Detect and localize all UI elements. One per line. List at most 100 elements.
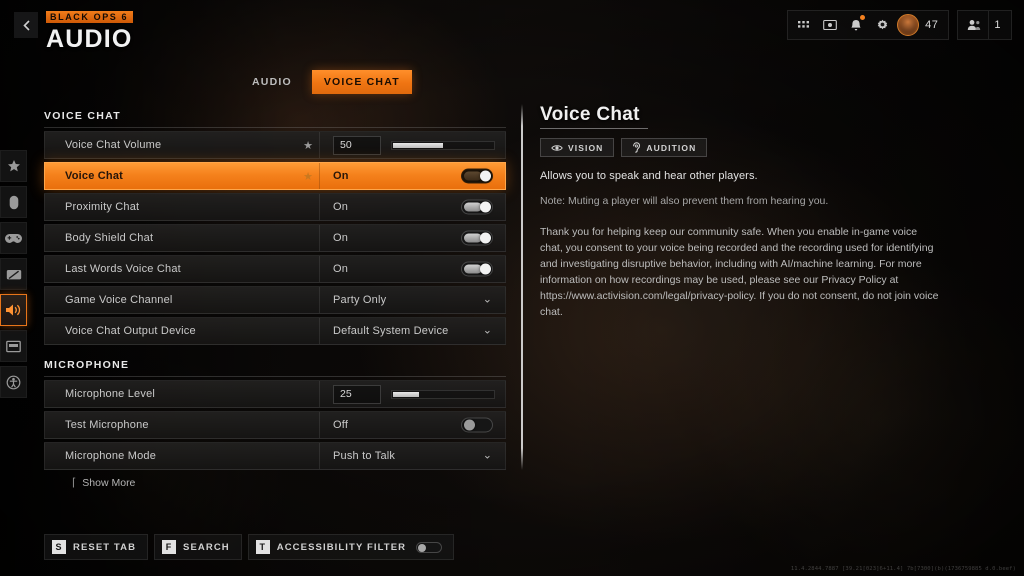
chevron-down-icon[interactable]: ⌄ (483, 325, 492, 337)
setting-value: 25 (320, 381, 505, 407)
value-text: Off (333, 419, 349, 431)
sidebar-item-favorites[interactable] (0, 150, 27, 182)
gear-icon[interactable] (870, 12, 894, 38)
chevron-left-icon (22, 19, 30, 31)
section-header-voice-chat: VOICE CHAT (44, 110, 506, 128)
setting-row-microphone-level[interactable]: Microphone Level 25 (44, 380, 506, 408)
value-text: On (333, 170, 349, 182)
accessibility-filter-label: ACCESSIBILITY FILTER (276, 541, 407, 553)
toggle-knob (480, 170, 491, 182)
info-tag-row: VISION AUDITION (540, 138, 958, 157)
tab-audio[interactable]: AUDIO (240, 70, 304, 94)
info-title-underline (540, 128, 648, 129)
hud-separator (988, 11, 990, 39)
player-level: 47 (925, 19, 939, 31)
setting-value: Off (320, 412, 505, 438)
favorite-star-icon[interactable]: ★ (297, 139, 319, 152)
info-panel: Voice Chat VISION AUDITION Allows you to… (540, 104, 958, 320)
key-hint-t: T (255, 540, 270, 554)
tab-voice-chat[interactable]: VOICE CHAT (311, 70, 412, 94)
setting-value: On (320, 225, 505, 251)
avatar[interactable] (896, 12, 920, 38)
toggle-knob (418, 543, 427, 552)
volume-slider[interactable] (391, 140, 495, 150)
tab-bar: AUDIO VOICE CHAT (240, 70, 412, 94)
microphone-level-slider[interactable] (391, 389, 495, 399)
hud-party-group: 1 (957, 10, 1012, 40)
setting-row-last-words-voice-chat[interactable]: Last Words Voice Chat On (44, 255, 506, 283)
section-header-microphone: MICROPHONE (44, 359, 506, 377)
setting-label: Voice Chat Output Device (65, 325, 196, 337)
show-more-button[interactable]: ⌈ Show More (44, 476, 506, 490)
top-bar: BLACK OPS 6 AUDIO 47 1 (0, 0, 1024, 52)
toggle-switch[interactable] (461, 199, 493, 215)
value-numberbox[interactable]: 25 (333, 384, 381, 404)
favorite-star-icon[interactable]: ★ (297, 170, 319, 183)
interface-icon (6, 340, 21, 352)
info-description: Allows you to speak and hear other playe… (540, 170, 758, 182)
corner-arrow-icon: ⌈ (72, 477, 77, 489)
reset-tab-label: RESET TAB (73, 541, 137, 553)
panel-divider (521, 104, 523, 470)
setting-value: Push to Talk ⌄ (320, 443, 505, 469)
accessibility-filter-button[interactable]: T ACCESSIBILITY FILTER (247, 534, 455, 560)
setting-value: On (320, 163, 505, 189)
star-icon (7, 160, 20, 172)
setting-row-test-microphone[interactable]: Test Microphone Off (44, 411, 506, 439)
build-version-string: 11.4.2844.7887 [39.21[023]6+11.4] 7b[730… (790, 566, 1016, 572)
back-button[interactable] (14, 12, 38, 38)
setting-row-proximity-chat[interactable]: Proximity Chat On (44, 193, 506, 221)
setting-label: Voice Chat Volume (65, 139, 162, 151)
setting-value: Default System Device ⌄ (320, 318, 505, 344)
info-legal-text: Thank you for helping keep our community… (540, 226, 939, 318)
sidebar-item-graphics[interactable] (0, 258, 27, 290)
search-button[interactable]: F SEARCH (154, 534, 242, 560)
slider-fill (393, 142, 443, 148)
sidebar-item-controller[interactable] (0, 222, 27, 254)
show-more-label: Show More (82, 476, 136, 489)
setting-row-voice-chat[interactable]: Voice Chat ★ On (44, 162, 506, 190)
sidebar-item-mouse-keyboard[interactable] (0, 186, 27, 218)
graphics-icon (6, 269, 21, 279)
setting-row-microphone-mode[interactable]: Microphone Mode Push to Talk ⌄ (44, 442, 506, 470)
ear-icon (633, 142, 641, 153)
grid-apps-icon[interactable] (792, 12, 816, 38)
chevron-down-icon[interactable]: ⌄ (483, 294, 492, 306)
toggle-knob (480, 232, 491, 244)
setting-value: On (320, 256, 505, 282)
party-members-icon[interactable] (962, 12, 986, 38)
toggle-switch[interactable] (461, 230, 493, 246)
tag-label: VISION (568, 142, 604, 153)
page-title: AUDIO (46, 25, 133, 53)
toggle-switch[interactable] (461, 417, 493, 433)
franchise-badge: BLACK OPS 6 (46, 11, 134, 23)
toggle-switch[interactable] (461, 168, 493, 184)
bottom-action-bar: S RESET TAB F SEARCH T ACCESSIBILITY FIL… (44, 534, 455, 560)
value-text: On (333, 201, 349, 213)
sidebar-item-interface[interactable] (0, 330, 27, 362)
sidebar-item-audio[interactable] (0, 294, 27, 326)
setting-value: Party Only ⌄ (320, 287, 505, 313)
setting-row-voice-chat-output-device[interactable]: Voice Chat Output Device Default System … (44, 317, 506, 345)
setting-row-game-voice-channel[interactable]: Game Voice Channel Party Only ⌄ (44, 286, 506, 314)
reset-tab-button[interactable]: S RESET TAB (44, 534, 149, 560)
value-text: On (333, 263, 349, 275)
store-icon[interactable] (818, 12, 842, 38)
setting-row-body-shield-chat[interactable]: Body Shield Chat On (44, 224, 506, 252)
value-text: Default System Device (333, 325, 449, 337)
toggle-switch[interactable] (461, 261, 493, 277)
notification-dot (860, 15, 866, 20)
tag-label: AUDITION (646, 142, 697, 153)
party-count: 1 (994, 19, 1001, 31)
accessibility-filter-toggle[interactable] (416, 541, 443, 553)
search-label: SEARCH (183, 541, 230, 553)
setting-row-voice-chat-volume[interactable]: Voice Chat Volume ★ 50 (44, 131, 506, 159)
mouse-icon (9, 195, 18, 209)
setting-value: On (320, 194, 505, 220)
setting-label: Game Voice Channel (65, 294, 173, 306)
bell-icon[interactable] (844, 12, 868, 38)
key-hint-f: F (162, 540, 177, 554)
sidebar-item-accessibility[interactable] (0, 366, 27, 398)
chevron-down-icon[interactable]: ⌄ (483, 450, 492, 462)
value-numberbox[interactable]: 50 (333, 135, 381, 155)
